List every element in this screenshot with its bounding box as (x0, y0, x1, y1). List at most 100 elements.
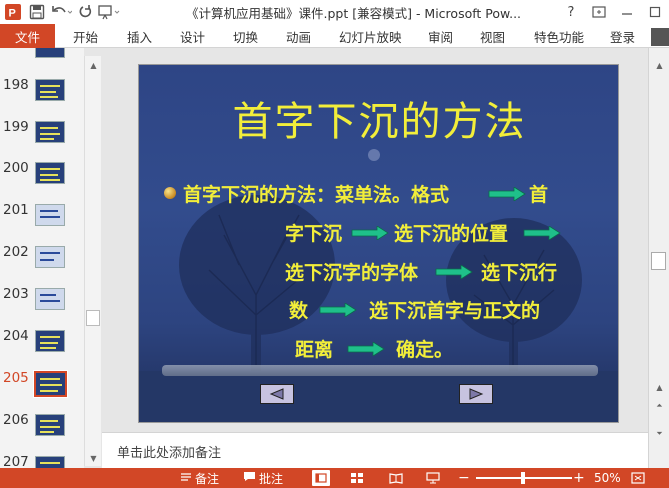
thumbnail-item[interactable]: 204 (0, 328, 84, 370)
slide-text-line[interactable]: 字下沉 (285, 219, 342, 246)
scrollbar-thumb[interactable] (86, 310, 100, 326)
next-slide-button[interactable] (459, 384, 493, 404)
slide-thumbnail[interactable] (35, 79, 65, 101)
slide-thumbnail[interactable] (35, 288, 65, 310)
triangle-right-icon (469, 388, 484, 400)
slide-number: 199 (3, 119, 29, 135)
tab-insert[interactable]: 插入 (127, 24, 152, 48)
slide-canvas[interactable]: 首字下沉的方法 首字下沉的方法：菜单法。格式 首 字下沉 选下沉的位置 选下沉字… (138, 64, 619, 423)
right-arrow-icon (351, 226, 389, 240)
maximize-icon[interactable] (641, 0, 669, 24)
tab-file[interactable]: 文件 (0, 24, 55, 48)
horizon-bar (162, 365, 598, 376)
thumbnail-item-active[interactable]: 205 (0, 370, 84, 412)
powerpoint-logo-icon[interactable]: P (2, 1, 24, 23)
slide-thumbnail[interactable] (35, 456, 65, 468)
tab-special-features[interactable]: 特色功能 (534, 24, 584, 48)
thumbnail-item[interactable]: 200 (0, 160, 84, 202)
quick-access-toolbar: P (0, 0, 120, 24)
slide-text-line[interactable]: 选下沉首字与正文的 (369, 296, 540, 323)
slide-editor: 首字下沉的方法 首字下沉的方法：菜单法。格式 首 字下沉 选下沉的位置 选下沉字… (102, 48, 648, 432)
notes-placeholder[interactable]: 单击此处添加备注 (117, 442, 221, 461)
slide-number: 200 (3, 160, 29, 176)
editor-scrollbar[interactable]: ▲ ▲ ⏶ ⏷ (648, 48, 669, 468)
notes-label: 备注 (195, 471, 220, 486)
thumbnail-item[interactable]: 201 (0, 202, 84, 244)
slide-thumbnail[interactable] (35, 162, 65, 184)
help-button[interactable]: ? (557, 0, 585, 24)
slide-thumbnail[interactable] (35, 414, 65, 436)
tab-animations[interactable]: 动画 (286, 24, 311, 48)
undo-icon[interactable] (50, 1, 72, 23)
slide-text-line[interactable]: 首 (529, 180, 548, 207)
svg-text:P: P (9, 8, 16, 20)
slide-number: 202 (3, 244, 29, 260)
slide-text-line[interactable]: 数 (289, 296, 308, 323)
slide-thumbnail[interactable] (35, 48, 65, 58)
thumbnail-item[interactable]: 206 (0, 412, 84, 454)
thumbnail-item[interactable]: 202 (0, 244, 84, 286)
zoom-level[interactable]: 50% (594, 470, 621, 486)
slide-thumbnail[interactable] (33, 370, 68, 398)
slide-sorter-icon[interactable] (350, 470, 364, 486)
thumbnail-item[interactable]: 203 (0, 286, 84, 328)
thumbnail-scrollbar[interactable]: ▲ ▼ (84, 56, 101, 466)
slide-thumbnail[interactable] (35, 330, 65, 352)
right-arrow-icon (319, 303, 357, 317)
redo-icon[interactable] (74, 1, 96, 23)
scroll-down-icon[interactable]: ▼ (88, 453, 99, 464)
slide-text-line[interactable]: 选下沉字的字体 (285, 258, 418, 285)
account-icon[interactable] (651, 28, 669, 46)
tab-transitions[interactable]: 切换 (233, 24, 258, 48)
slide-number: 201 (3, 202, 29, 218)
notes-pane[interactable]: 单击此处添加备注 (102, 432, 648, 468)
triangle-left-icon (269, 388, 284, 400)
login-link[interactable]: 登录 (610, 24, 635, 48)
save-icon[interactable] (26, 1, 48, 23)
comments-toggle-button[interactable]: 批注 (243, 470, 283, 486)
tab-view[interactable]: 视图 (480, 24, 505, 48)
slide-text-line[interactable]: 首字下沉的方法：菜单法。格式 (183, 180, 449, 207)
zoom-in-button[interactable]: + (573, 470, 585, 486)
fit-to-window-icon[interactable] (631, 470, 645, 486)
zoom-slider-thumb[interactable] (521, 472, 525, 484)
thumbnail-item[interactable] (0, 48, 84, 60)
slide-text-line[interactable]: 距离 (295, 335, 333, 362)
slide-thumbnail[interactable] (35, 246, 65, 268)
ground-area (139, 371, 618, 422)
slide-thumbnail[interactable] (35, 204, 65, 226)
moon-decoration (368, 149, 380, 161)
thumbnail-item[interactable]: 207 (0, 454, 84, 468)
slide-text-line[interactable]: 选下沉行 (481, 258, 557, 285)
scrollbar-thumb[interactable] (651, 252, 666, 270)
slide-title[interactable]: 首字下沉的方法 (139, 89, 618, 147)
previous-slide-button[interactable] (260, 384, 294, 404)
scroll-up-icon[interactable]: ▲ (88, 60, 99, 71)
page-up-icon[interactable]: ⏶ (654, 400, 665, 411)
presenter-icon[interactable] (98, 1, 120, 23)
comment-icon (243, 471, 256, 485)
thumbnail-item[interactable]: 198 (0, 77, 84, 119)
document-title: 《计算机应用基础》课件.ppt [兼容模式] - Microsoft Pow..… (186, 6, 522, 21)
slide-thumbnail[interactable] (35, 121, 65, 143)
zoom-out-button[interactable]: − (458, 470, 470, 486)
restore-icon[interactable] (585, 0, 613, 24)
tab-slideshow[interactable]: 幻灯片放映 (339, 24, 402, 48)
thumbnail-item[interactable]: 199 (0, 119, 84, 161)
notes-toggle-button[interactable]: 备注 (180, 470, 219, 486)
normal-view-icon[interactable] (312, 470, 330, 486)
scroll-up-icon[interactable]: ▲ (654, 60, 665, 71)
reading-view-icon[interactable] (389, 470, 403, 486)
slide-text-line[interactable]: 选下沉的位置 (394, 219, 508, 246)
slideshow-icon[interactable] (426, 470, 440, 486)
slide-number: 203 (3, 286, 29, 302)
scroll-down-icon[interactable]: ▲ (654, 382, 665, 393)
tab-design[interactable]: 设计 (180, 24, 205, 48)
tab-home[interactable]: 开始 (73, 24, 98, 48)
minimize-icon[interactable] (613, 0, 641, 24)
slide-number: 206 (3, 412, 29, 428)
tab-review[interactable]: 审阅 (428, 24, 453, 48)
page-down-icon[interactable]: ⏷ (654, 428, 665, 439)
slide-text-line[interactable]: 确定。 (396, 335, 453, 362)
right-arrow-icon (488, 187, 526, 201)
